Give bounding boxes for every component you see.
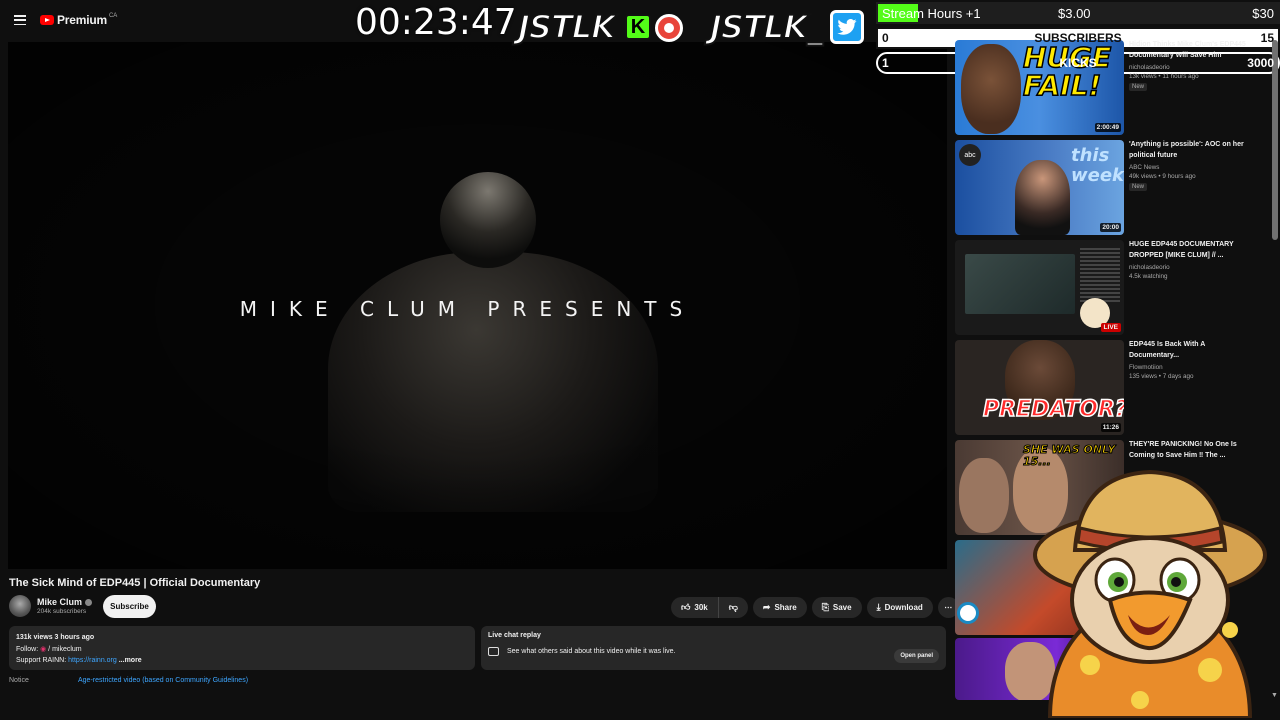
channel-name[interactable]: Mike Clum: [37, 597, 82, 607]
thumbnail-text: PREDATOR?: [982, 397, 1124, 423]
channel-name: Flowmotiion: [1129, 364, 1163, 371]
video-title: HUGE EDP445 DOCUMENTARY DROPPED [MIKE CL…: [1129, 241, 1234, 259]
subscribe-button[interactable]: Subscribe: [103, 595, 156, 618]
notice-link[interactable]: Age-restricted video (based on Community…: [78, 677, 248, 684]
channel-logo-icon: [957, 602, 979, 624]
chat-replay-text: See what others said about this video wh…: [507, 648, 676, 655]
duration-badge: 2:00:49: [1094, 123, 1121, 132]
like-button[interactable]: 👍︎ 30k: [671, 597, 719, 618]
download-icon: ⤓: [876, 602, 881, 612]
video-stats: 4.5k watching: [1129, 273, 1168, 280]
video-player[interactable]: MIKE CLUM PRESENTS: [8, 42, 947, 569]
verified-icon: [85, 598, 93, 606]
list-item[interactable]: HUGE FAIL! 2:00:49 Hidion Thinks Mike Cl…: [955, 40, 1265, 136]
more-link[interactable]: ...more: [119, 657, 142, 664]
video-stats: 49k views • 9 hours ago: [1129, 173, 1196, 180]
new-badge: New: [1129, 183, 1148, 191]
channel-info: Mike Clum 204k subscribers: [9, 595, 93, 617]
thumbnail-text: this week: [1071, 145, 1124, 186]
view-stats: 131k views 3 hours ago: [16, 634, 95, 641]
duration-badge: 11:26: [1100, 423, 1121, 432]
video-thumbnail[interactable]: LIVE: [955, 240, 1124, 335]
goal-label: Stream Hours +1: [882, 5, 981, 21]
live-badge: LIVE: [1100, 323, 1121, 332]
stream-goals: Stream Hours +1 $3.00 $30 0 SUBSCRIBERS …: [876, 2, 1280, 77]
new-badge: New: [1129, 83, 1148, 91]
open-panel-button[interactable]: Open panel: [894, 649, 939, 663]
more-horizontal-icon: ⋯: [944, 603, 953, 612]
kick-icon: K: [625, 14, 651, 40]
chat-replay-title: Live chat replay: [488, 632, 541, 639]
list-item[interactable]: PREDATOR? 11:26 EDP445 Is Back With A Do…: [955, 340, 1265, 436]
twitter-icon: [830, 10, 864, 44]
share-button[interactable]: ➦ Share: [752, 597, 807, 618]
goal-label: SUBSCRIBERS: [1034, 31, 1122, 45]
bookmark-icon: ⎘: [821, 602, 829, 612]
dislike-button[interactable]: 👎︎: [718, 597, 748, 618]
video-title: EDP445 Is Back With A Documentary...: [1129, 341, 1206, 359]
brand-logo-left: JSTLK: [517, 7, 617, 47]
abc-news-icon: abc: [959, 144, 981, 166]
youtube-play-icon: [40, 15, 54, 25]
channel-name: nicholasdeorio: [1129, 264, 1170, 271]
list-item[interactable]: LIVE HUGE EDP445 DOCUMENTARY DROPPED [MI…: [955, 240, 1265, 336]
support-link[interactable]: https://rainn.org: [68, 657, 117, 664]
logo-region: CA: [108, 13, 118, 19]
download-button[interactable]: ⤓ Download: [866, 597, 933, 618]
video-title: The Sick Mind of EDP445 | Official Docum…: [9, 577, 261, 589]
thumbs-up-icon: 👍︎: [681, 602, 691, 612]
thumbs-down-icon: 👎︎: [728, 602, 738, 612]
youtube-logo[interactable]: Premium CA: [40, 13, 117, 27]
goal-label: KICKS: [1059, 56, 1097, 70]
save-button[interactable]: ⎘ Save: [811, 597, 862, 618]
chat-icon: [488, 647, 499, 656]
list-item[interactable]: abc this week 20:00 'Anything is possibl…: [955, 140, 1265, 236]
live-chat-replay: Live chat replay See what others said ab…: [481, 626, 946, 670]
record-icon: [655, 14, 683, 42]
description-box[interactable]: 131k views 3 hours ago Follow: ◉ / mikec…: [9, 626, 475, 670]
video-stats: 135 views • 7 days ago: [1129, 373, 1194, 380]
goal-target: $30: [1252, 5, 1274, 21]
follow-handle[interactable]: / mikeclum: [46, 646, 81, 653]
subscriber-count: 204k subscribers: [37, 608, 87, 615]
duration-badge: 20:00: [1100, 223, 1121, 232]
video-thumbnail[interactable]: HUGE FAIL! 2:00:49: [955, 40, 1124, 135]
avatar[interactable]: [9, 595, 31, 617]
goal-target: 15: [1260, 31, 1274, 45]
channel-name: ABC News: [1129, 164, 1160, 171]
video-stats: 13k views • 11 hours ago: [1129, 73, 1199, 80]
notice-label: Notice: [9, 677, 29, 684]
video-thumbnail[interactable]: abc this week 20:00: [955, 140, 1124, 235]
action-bar: 👍︎ 30k 👎︎ ➦ Share ⎘ Save ⤓ Download ⋯: [671, 597, 959, 619]
brand-logo-right: JSTLK_: [709, 7, 824, 47]
logo-text: Premium: [57, 13, 107, 27]
video-thumbnail[interactable]: PREDATOR? 11:26: [955, 340, 1124, 435]
sidebar-scrollbar[interactable]: [1272, 40, 1278, 240]
thumbnail-text: HUGE FAIL!: [1022, 41, 1112, 102]
stream-timer: 00:23:47: [355, 2, 517, 43]
goal-stream-hours: Stream Hours +1 $3.00 $30: [876, 2, 1280, 24]
menu-icon[interactable]: [14, 15, 26, 25]
video-title: 'Anything is possible': AOC on her polit…: [1129, 141, 1244, 159]
penguin-mascot-icon: [1033, 469, 1267, 718]
goal-current: $3.00: [1058, 5, 1091, 21]
video-title-card: MIKE CLUM PRESENTS: [239, 297, 696, 321]
goal-target: 3000: [1247, 56, 1274, 70]
share-icon: ➦: [762, 602, 771, 612]
